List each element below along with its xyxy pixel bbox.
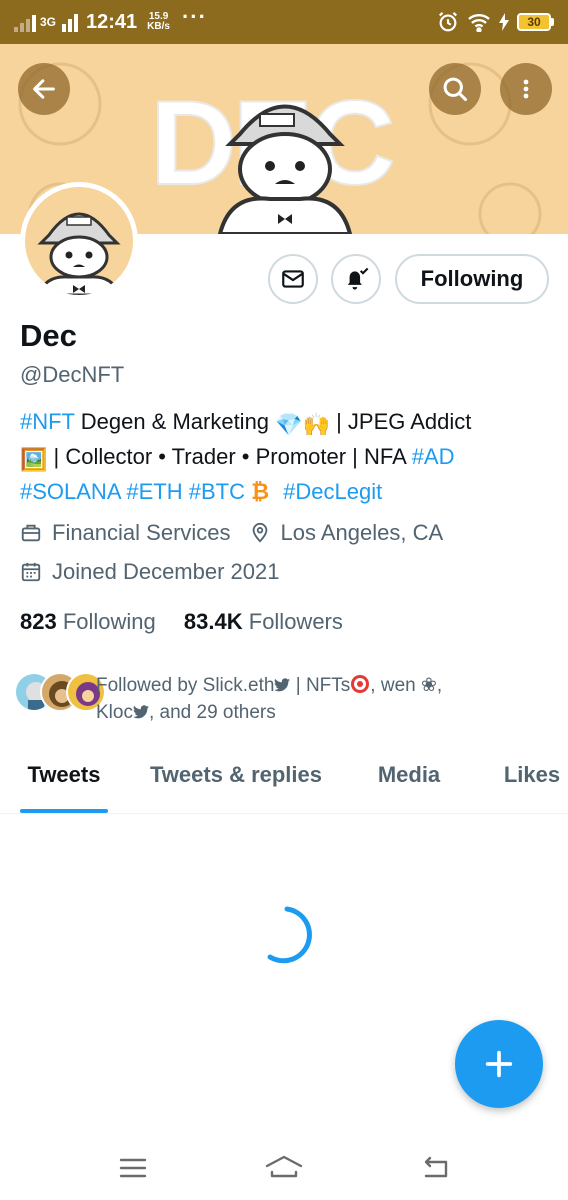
- search-button[interactable]: [429, 63, 481, 115]
- followed-by-name: Followed by Slick.eth: [96, 675, 275, 696]
- avatar[interactable]: [20, 182, 138, 300]
- tab-label: Tweets & replies: [150, 762, 322, 787]
- status-bar: 3G 12:41 15.9 KB/s ··· 30: [0, 0, 568, 44]
- wifi-icon: [468, 14, 490, 32]
- more-options-button[interactable]: [500, 63, 552, 115]
- following-count: 823: [20, 609, 57, 634]
- location-label: Los Angeles, CA: [280, 520, 444, 545]
- bell-icon: [347, 267, 369, 290]
- more-vertical-icon: [523, 79, 529, 99]
- profile-meta-row: Financial Services Los Angeles, CA: [20, 520, 443, 546]
- status-more: ···: [181, 4, 207, 29]
- net-speed: 15.9 KB/s: [147, 12, 170, 32]
- tab-media[interactable]: Media: [374, 748, 444, 813]
- calendar-icon: [21, 562, 41, 582]
- profile-tabs: Tweets Tweets & replies Media Likes: [0, 748, 568, 814]
- following-link[interactable]: 823 Following: [20, 609, 156, 634]
- mail-icon: [282, 270, 304, 288]
- gem-hands-emoji: 💎🙌: [275, 412, 330, 437]
- followers-label: Followers: [248, 609, 343, 634]
- alarm-icon: [438, 12, 458, 32]
- following-label: Following: [62, 609, 156, 634]
- followed-by-name: | NFTs: [290, 675, 351, 696]
- follow-stats: 823 Following 83.4K Followers: [20, 609, 343, 635]
- bio: #NFT Degen & Marketing 💎🙌 | JPEG Addict …: [20, 406, 550, 508]
- notifications-button[interactable]: [331, 254, 381, 304]
- joined-row: Joined December 2021: [20, 559, 279, 585]
- avatar-image: [37, 212, 121, 295]
- bio-line-3: #SOLANA #ETH #BTC ₿ #DecLegit: [20, 476, 550, 508]
- location-pin-icon: [252, 522, 267, 543]
- compose-plus-icon: [485, 1050, 513, 1078]
- tab-tweets[interactable]: Tweets: [20, 748, 108, 813]
- clock: 12:41: [86, 10, 138, 33]
- bitcoin-emoji: ₿: [251, 479, 270, 504]
- bio-text: Degen & Marketing: [74, 409, 276, 434]
- hashtag-link[interactable]: #AD: [412, 444, 455, 469]
- charging-icon: [499, 13, 509, 31]
- battery-icon: 30: [517, 13, 554, 31]
- user-handle: @DecNFT: [20, 362, 125, 387]
- back-icon[interactable]: [420, 1156, 450, 1180]
- followed-by-name: Kloc: [96, 702, 133, 723]
- hashtag-link[interactable]: #DecLegit: [283, 479, 382, 504]
- hashtag-links[interactable]: #SOLANA #ETH #BTC: [20, 479, 245, 504]
- loading-spinner: [267, 906, 312, 964]
- search-icon: [443, 77, 468, 102]
- bio-text: | JPEG Addict: [329, 409, 472, 434]
- profile-page: 3G 12:41 15.9 KB/s ··· 30 DEC: [0, 0, 568, 1200]
- signal-icon: [14, 12, 36, 32]
- back-button[interactable]: [18, 63, 70, 115]
- followers-you-know-avatars[interactable]: [14, 672, 106, 712]
- tab-label: Likes: [503, 762, 561, 787]
- back-arrow-icon: [33, 79, 55, 99]
- tab-likes[interactable]: Likes: [502, 748, 562, 813]
- bio-line-2: 🖼️ | Collector • Trader • Promoter | NFA…: [20, 441, 550, 476]
- tab-label: Tweets: [27, 762, 101, 787]
- followed-by-text[interactable]: Followed by Slick.eth | NFTs , wen ❀, Klo…: [96, 672, 556, 726]
- framed-picture-emoji: 🖼️: [20, 447, 48, 472]
- bio-line-1: #NFT Degen & Marketing 💎🙌 | JPEG Addict: [20, 406, 550, 441]
- tab-label: Media: [377, 762, 441, 787]
- message-button[interactable]: [268, 254, 318, 304]
- tab-tweets-replies[interactable]: Tweets & replies: [144, 748, 328, 813]
- bio-text: | Collector • Trader • Promoter | NFA: [47, 444, 412, 469]
- banner-character: [217, 104, 353, 234]
- menu-icon[interactable]: [118, 1156, 148, 1180]
- home-icon[interactable]: [264, 1154, 304, 1182]
- twitter-bird-icon: [132, 705, 149, 719]
- followed-by-name: , wen ❀,: [370, 675, 443, 696]
- followers-link[interactable]: 83.4K Followers: [184, 609, 343, 634]
- following-button[interactable]: Following: [395, 254, 549, 304]
- system-nav-bar: [0, 1136, 568, 1200]
- speed-unit: KB/s: [147, 21, 170, 32]
- followed-by-others: , and 29 others: [148, 702, 276, 723]
- display-name: Dec: [20, 318, 77, 353]
- battery-level: 30: [517, 13, 551, 31]
- joined-date: Joined December 2021: [52, 559, 280, 584]
- twitter-bird-icon: [274, 678, 291, 692]
- target-emoji-icon: [351, 675, 370, 693]
- category-label: Financial Services: [52, 520, 231, 545]
- network-type: 3G: [40, 14, 57, 29]
- briefcase-icon: [21, 524, 41, 542]
- followers-count: 83.4K: [183, 609, 243, 634]
- signal-icon-2: [62, 12, 79, 32]
- hashtag-link[interactable]: #NFT: [20, 409, 75, 434]
- compose-tweet-button[interactable]: [455, 1020, 543, 1108]
